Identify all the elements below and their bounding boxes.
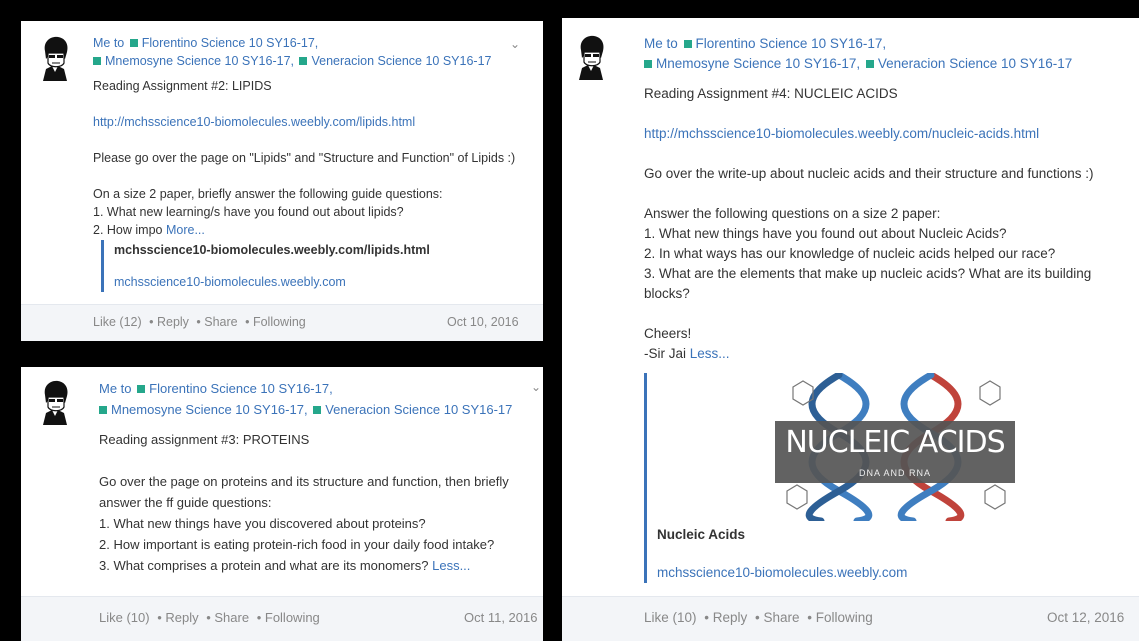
reply-button[interactable]: Reply: [157, 315, 189, 329]
post-text: Go over the write-up about nucleic acids…: [644, 166, 1094, 181]
reply-button[interactable]: Reply: [713, 610, 748, 625]
less-link[interactable]: Less...: [432, 558, 470, 573]
post-body: Reading Assignment #4: NUCLEIC ACIDS htt…: [644, 84, 1124, 364]
like-button[interactable]: Like (12): [93, 315, 142, 329]
post-text: blocks?: [644, 286, 690, 301]
share-button[interactable]: Share: [204, 315, 237, 329]
recipient-group[interactable]: Veneracion Science 10 SY16-17: [325, 402, 512, 417]
post-recipients: Me to Florentino Science 10 SY16-17, Mne…: [93, 34, 491, 70]
chevron-down-icon[interactable]: ⌄: [531, 380, 541, 394]
sender-label[interactable]: Me to: [93, 36, 124, 50]
recipient-group[interactable]: Veneracion Science 10 SY16-17: [311, 54, 491, 68]
group-badge-icon: [99, 406, 107, 414]
preview-title[interactable]: Nucleic Acids: [657, 525, 1117, 545]
post-text: 2. How important is eating protein-rich …: [99, 537, 495, 552]
thumbnail-title: NUCLEIC ACIDS: [785, 425, 1005, 460]
post-footer: Like (12) • Reply • Share • Following Oc…: [21, 304, 543, 341]
user-avatar-icon[interactable]: [38, 379, 72, 425]
recipient-group[interactable]: Florentino Science 10 SY16-17,: [142, 36, 319, 50]
post-title: Reading assignment #3: PROTEINS: [99, 432, 310, 447]
group-badge-icon: [865, 60, 874, 68]
chevron-down-icon[interactable]: ⌄: [510, 37, 520, 51]
more-link[interactable]: More...: [166, 223, 205, 237]
preview-link[interactable]: mchsscience10-biomolecules.weebly.com: [114, 272, 534, 292]
user-avatar-icon[interactable]: [38, 35, 72, 81]
recipient-group[interactable]: Mnemosyne Science 10 SY16-17,: [656, 56, 860, 71]
user-avatar-icon[interactable]: [574, 34, 608, 80]
post-text: Please go over the page on "Lipids" and …: [93, 151, 516, 165]
post-text: Answer the following questions on a size…: [644, 206, 941, 221]
post-title: Reading Assignment #2: LIPIDS: [93, 79, 272, 93]
link-preview[interactable]: NUCLEIC ACIDS DNA AND RNA Nucleic Acids …: [644, 371, 1117, 583]
link-preview[interactable]: mchsscience10-biomolecules.weebly.com/li…: [101, 240, 534, 292]
recipient-group[interactable]: Mnemosyne Science 10 SY16-17,: [105, 54, 294, 68]
post-lipids: Me to Florentino Science 10 SY16-17, Mne…: [14, 14, 550, 348]
post-date[interactable]: Oct 11, 2016: [464, 610, 537, 625]
group-badge-icon: [644, 60, 652, 68]
post-text: 3. What comprises a protein and what are…: [99, 558, 429, 573]
following-button[interactable]: Following: [265, 610, 320, 625]
group-badge-icon: [683, 40, 692, 48]
recipient-group[interactable]: Florentino Science 10 SY16-17,: [696, 36, 887, 51]
like-button[interactable]: Like (10): [644, 610, 697, 625]
post-text: 1. What new learning/s have you found ou…: [93, 205, 404, 219]
post-text: Cheers!: [644, 326, 692, 341]
post-body: Reading assignment #3: PROTEINS Go over …: [99, 429, 539, 576]
preview-thumbnail[interactable]: NUCLEIC ACIDS DNA AND RNA: [775, 371, 1015, 525]
post-text: -Sir Jai: [644, 346, 687, 361]
post-text: Go over the page on proteins and its str…: [99, 474, 509, 489]
post-text: 2. How impo: [93, 223, 163, 237]
post-text: answer the ff guide questions:: [99, 495, 272, 510]
group-badge-icon: [129, 39, 138, 47]
preview-link[interactable]: mchsscience10-biomolecules.weebly.com: [657, 563, 1117, 583]
post-text: On a size 2 paper, briefly answer the fo…: [93, 187, 443, 201]
preview-title[interactable]: mchsscience10-biomolecules.weebly.com/li…: [114, 240, 534, 260]
share-button[interactable]: Share: [764, 610, 800, 625]
post-link[interactable]: http://mchsscience10-biomolecules.weebly…: [93, 113, 533, 131]
post-date[interactable]: Oct 10, 2016: [447, 315, 519, 329]
post-link[interactable]: http://mchsscience10-biomolecules.weebly…: [644, 124, 1124, 144]
recipient-group[interactable]: Veneracion Science 10 SY16-17: [878, 56, 1072, 71]
post-text: 1. What new things have you discovered a…: [99, 516, 426, 531]
following-button[interactable]: Following: [253, 315, 306, 329]
group-badge-icon: [137, 385, 146, 393]
sender-label[interactable]: Me to: [99, 381, 132, 396]
post-text: 2. In what ways has our knowledge of nuc…: [644, 246, 1056, 261]
recipient-group[interactable]: Mnemosyne Science 10 SY16-17,: [111, 402, 308, 417]
post-date[interactable]: Oct 12, 2016: [1047, 610, 1124, 625]
share-button[interactable]: Share: [214, 610, 249, 625]
post-text: 1. What new things have you found out ab…: [644, 226, 1007, 241]
thumbnail-subtitle: DNA AND RNA: [858, 468, 931, 478]
recipient-group[interactable]: Florentino Science 10 SY16-17,: [149, 381, 333, 396]
group-badge-icon: [299, 57, 308, 65]
post-recipients: Me to Florentino Science 10 SY16-17, Mne…: [99, 378, 512, 420]
post-footer: Like (10) • Reply • Share • Following Oc…: [21, 596, 543, 641]
group-badge-icon: [93, 57, 101, 65]
post-text: 3. What are the elements that make up nu…: [644, 266, 1092, 281]
reply-button[interactable]: Reply: [165, 610, 198, 625]
post-footer: Like (10) • Reply • Share • Following Oc…: [562, 596, 1139, 641]
post-title: Reading Assignment #4: NUCLEIC ACIDS: [644, 86, 898, 101]
less-link[interactable]: Less...: [690, 346, 730, 361]
sender-label[interactable]: Me to: [644, 36, 678, 51]
group-badge-icon: [313, 406, 322, 414]
post-nucleic-acids: Me to Florentino Science 10 SY16-17, Mne…: [562, 18, 1139, 641]
like-button[interactable]: Like (10): [99, 610, 150, 625]
post-proteins: Me to Florentino Science 10 SY16-17, Mne…: [14, 360, 550, 641]
following-button[interactable]: Following: [816, 610, 873, 625]
post-recipients: Me to Florentino Science 10 SY16-17, Mne…: [644, 34, 1072, 74]
post-body: Reading Assignment #2: LIPIDS http://mch…: [93, 77, 533, 239]
